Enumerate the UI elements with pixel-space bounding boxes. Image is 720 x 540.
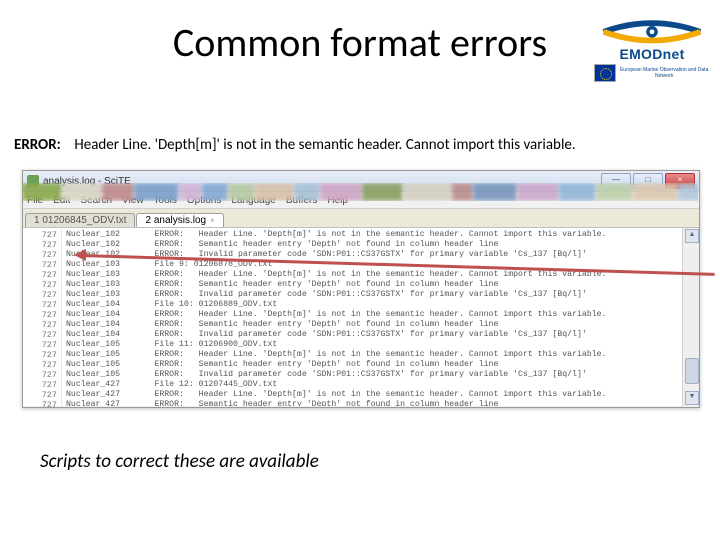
scroll-up-icon[interactable]: ▲ <box>685 229 699 243</box>
logo-name: EMODnet <box>594 46 710 62</box>
emodnet-logo: EMODnet European Marine Observation and … <box>594 6 710 82</box>
emodnet-logo-graphic <box>594 6 710 46</box>
tab-bar: 1 01206845_ODV.txt 2 analysis.log × <box>23 209 699 228</box>
footer-note: Scripts to correct these are available <box>40 450 319 473</box>
vertical-scrollbar[interactable]: ▲ ▼ <box>682 228 699 406</box>
close-icon[interactable]: × <box>210 216 215 225</box>
decorative-color-strip <box>22 183 698 201</box>
logo-footer: European Marine Observation and Data Net… <box>594 64 710 82</box>
tab-odv-file[interactable]: 1 01206845_ODV.txt <box>25 213 135 227</box>
editor-window: analysis.log - SciTE — □ × File Edit Sea… <box>22 170 700 408</box>
editor-body: 727 727 727 727 727 727 727 727 727 727 … <box>23 228 699 406</box>
eu-flag-icon <box>594 64 616 82</box>
tab-analysis-log[interactable]: 2 analysis.log × <box>136 213 223 227</box>
scroll-down-icon[interactable]: ▼ <box>685 391 699 405</box>
error-text: Header Line. 'Depth[m]' is not in the se… <box>74 136 575 154</box>
line-gutter: 727 727 727 727 727 727 727 727 727 727 … <box>23 228 62 406</box>
tab-label: 2 analysis.log <box>145 215 206 226</box>
error-label: ERROR: <box>14 136 61 154</box>
scroll-thumb[interactable] <box>685 358 699 384</box>
error-line: ERROR: Header Line. 'Depth[m]' is not in… <box>14 136 576 154</box>
tab-label: 1 01206845_ODV.txt <box>34 215 126 226</box>
logo-subtitle: European Marine Observation and Data Net… <box>618 68 710 79</box>
code-area[interactable]: Nuclear_102 ERROR: Header Line. 'Depth[m… <box>62 228 682 406</box>
slide: Common format errors EMODnet European Ma… <box>0 0 720 540</box>
